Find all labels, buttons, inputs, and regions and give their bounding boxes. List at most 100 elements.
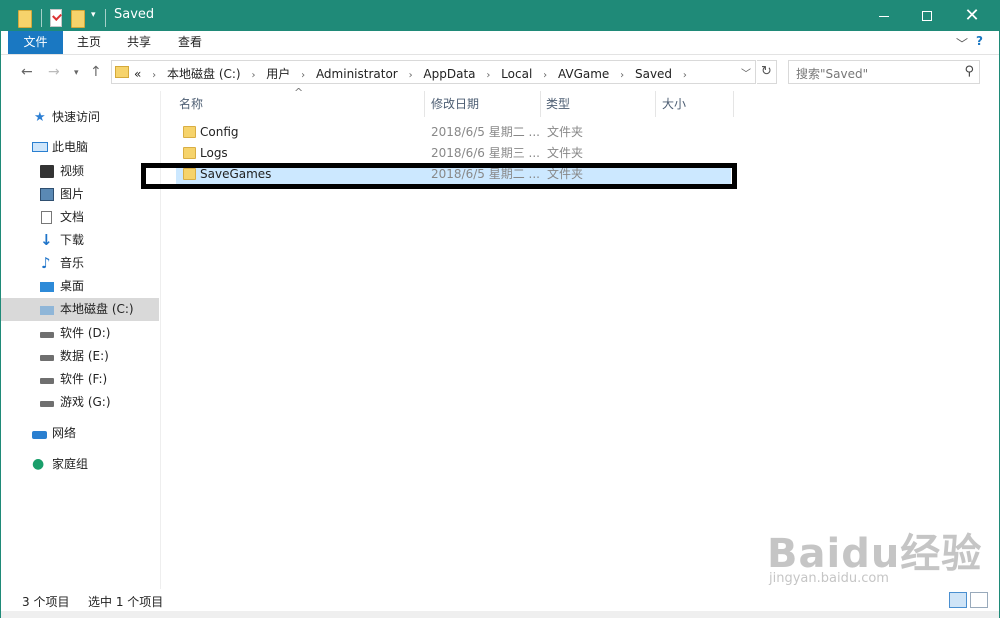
file-name: Config [200,125,239,139]
sidebar-item-drive-e[interactable]: 数据 (E:) [1,345,159,368]
drive-icon [40,401,54,407]
sort-ascending-icon: ^ [294,86,304,99]
column-divider[interactable] [655,91,656,117]
sidebar-item-label: 视频 [60,164,85,178]
search-input[interactable]: 搜索"Saved" ⚲ [788,60,980,84]
breadcrumb-item[interactable]: Administrator [316,67,398,81]
tab-file[interactable]: 文件 [8,31,63,54]
breadcrumb-separator-icon[interactable]: › [620,70,624,81]
large-icons-view-icon[interactable] [970,592,988,608]
chevron-down-icon[interactable]: ﹀ [956,35,968,52]
sidebar-item-drive-f[interactable]: 软件 (F:) [1,368,159,391]
sidebar-item-label: 软件 (D:) [60,326,111,340]
sidebar-item-label: 数据 (E:) [60,349,109,363]
homegroup-icon: ● [32,456,45,472]
close-icon: ✕ [964,5,980,26]
sidebar-item-drive-d[interactable]: 软件 (D:) [1,322,159,345]
breadcrumb-separator-icon[interactable]: › [543,70,547,81]
breadcrumb-separator-icon[interactable]: › [683,70,687,81]
column-header-type[interactable]: 类型 [546,91,570,117]
title-separator [105,9,106,27]
title-bar: ▾ Saved ✕ [1,1,999,31]
watermark: Baidu经验 jingyan.baidu.com [767,521,982,586]
sidebar-item-desktop[interactable]: 桌面 [1,275,159,298]
breadcrumb-overflow[interactable]: « [134,67,141,81]
status-bar: 3 个项目 选中 1 个项目 [1,589,999,611]
sidebar-item-label: 文档 [60,210,85,224]
sidebar-item-quick-access[interactable]: ★ 快速访问 [1,106,159,129]
drive-icon [40,355,54,361]
properties-icon[interactable] [50,9,62,27]
desktop-icon [40,282,54,292]
up-arrow-icon[interactable]: ↑ [90,64,102,80]
network-icon [32,431,47,439]
drive-icon [40,378,54,384]
sidebar-item-network[interactable]: 网络 [1,422,159,445]
drive-icon [40,332,54,338]
sidebar-item-documents[interactable]: 文档 [1,206,159,229]
forward-arrow-icon[interactable]: → [48,64,60,80]
details-view-icon[interactable] [949,592,967,608]
sidebar-item-label: 下载 [60,233,85,247]
breadcrumb-item[interactable]: Local [501,67,532,81]
close-button[interactable]: ✕ [949,1,995,31]
search-placeholder: 搜索"Saved" [796,67,869,81]
sidebar-item-label: 音乐 [60,256,85,270]
tab-view[interactable]: 查看 [170,31,210,54]
breadcrumb-separator-icon[interactable]: › [409,70,413,81]
column-divider[interactable] [424,91,425,117]
search-icon[interactable]: ⚲ [964,64,974,79]
breadcrumb-separator-icon[interactable]: › [152,70,156,81]
sidebar-item-music[interactable]: ♪ 音乐 [1,252,159,275]
sidebar-item-label: 软件 (F:) [60,372,108,386]
minimize-button[interactable] [861,1,907,31]
sidebar-item-label: 此电脑 [52,140,89,154]
address-bar[interactable]: « › 本地磁盘 (C:) › 用户 › Administrator › App… [111,60,756,84]
folder-icon [18,10,32,28]
sidebar-item-videos[interactable]: 视频 [1,160,159,183]
sidebar-item-pictures[interactable]: 图片 [1,183,159,206]
file-row-selected[interactable]: SaveGames 2018/6/5 星期二 ... 文件夹 [176,164,731,184]
sidebar-item-local-disk-c[interactable]: 本地磁盘 (C:) [1,298,159,321]
column-header-date[interactable]: 修改日期 [431,91,479,117]
tab-home[interactable]: 主页 [69,31,109,54]
tab-share[interactable]: 共享 [119,31,159,54]
column-divider[interactable] [733,91,734,117]
back-arrow-icon[interactable]: ← [21,64,33,80]
sidebar-item-downloads[interactable]: ↓ 下载 [1,229,159,252]
column-header-name[interactable]: 名称 [179,91,203,117]
new-folder-icon[interactable] [71,10,85,28]
sidebar-item-drive-g[interactable]: 游戏 (G:) [1,391,159,414]
file-date: 2018/6/6 星期三 ... [431,146,540,160]
watermark-url: jingyan.baidu.com [769,571,889,586]
breadcrumb-separator-icon[interactable]: › [251,70,255,81]
file-type: 文件夹 [547,125,584,139]
file-row[interactable]: Logs 2018/6/6 星期三 ... 文件夹 [176,143,731,163]
refresh-icon: ↻ [761,64,772,79]
window-title: Saved [114,7,155,22]
sidebar-item-this-pc[interactable]: 此电脑 [1,136,159,159]
refresh-button[interactable]: ↻ [757,60,777,84]
breadcrumb-item[interactable]: Saved [635,67,672,81]
recent-locations-icon[interactable]: ▾ [74,68,79,78]
breadcrumb-item[interactable]: 本地磁盘 (C:) [167,67,241,81]
column-header-size[interactable]: 大小 [662,91,686,117]
breadcrumb-separator-icon[interactable]: › [486,70,490,81]
maximize-button[interactable] [904,1,950,31]
column-divider[interactable] [540,91,541,117]
folder-icon [183,147,196,159]
file-type: 文件夹 [547,146,584,160]
address-history-icon[interactable]: ﹀ [741,65,751,80]
sidebar-item-label: 网络 [52,426,77,440]
sidebar-item-homegroup[interactable]: ● 家庭组 [1,453,159,476]
breadcrumb-item[interactable]: 用户 [266,67,290,81]
help-icon[interactable]: ? [976,34,983,48]
file-type: 文件夹 [547,167,584,181]
breadcrumb-item[interactable]: AVGame [558,67,609,81]
breadcrumb-separator-icon[interactable]: › [301,70,305,81]
customize-toolbar-icon[interactable]: ▾ [91,10,96,28]
file-row[interactable]: Config 2018/6/5 星期二 ... 文件夹 [176,122,731,142]
picture-icon [40,188,54,201]
title-separator [41,9,42,27]
breadcrumb-item[interactable]: AppData [423,67,475,81]
